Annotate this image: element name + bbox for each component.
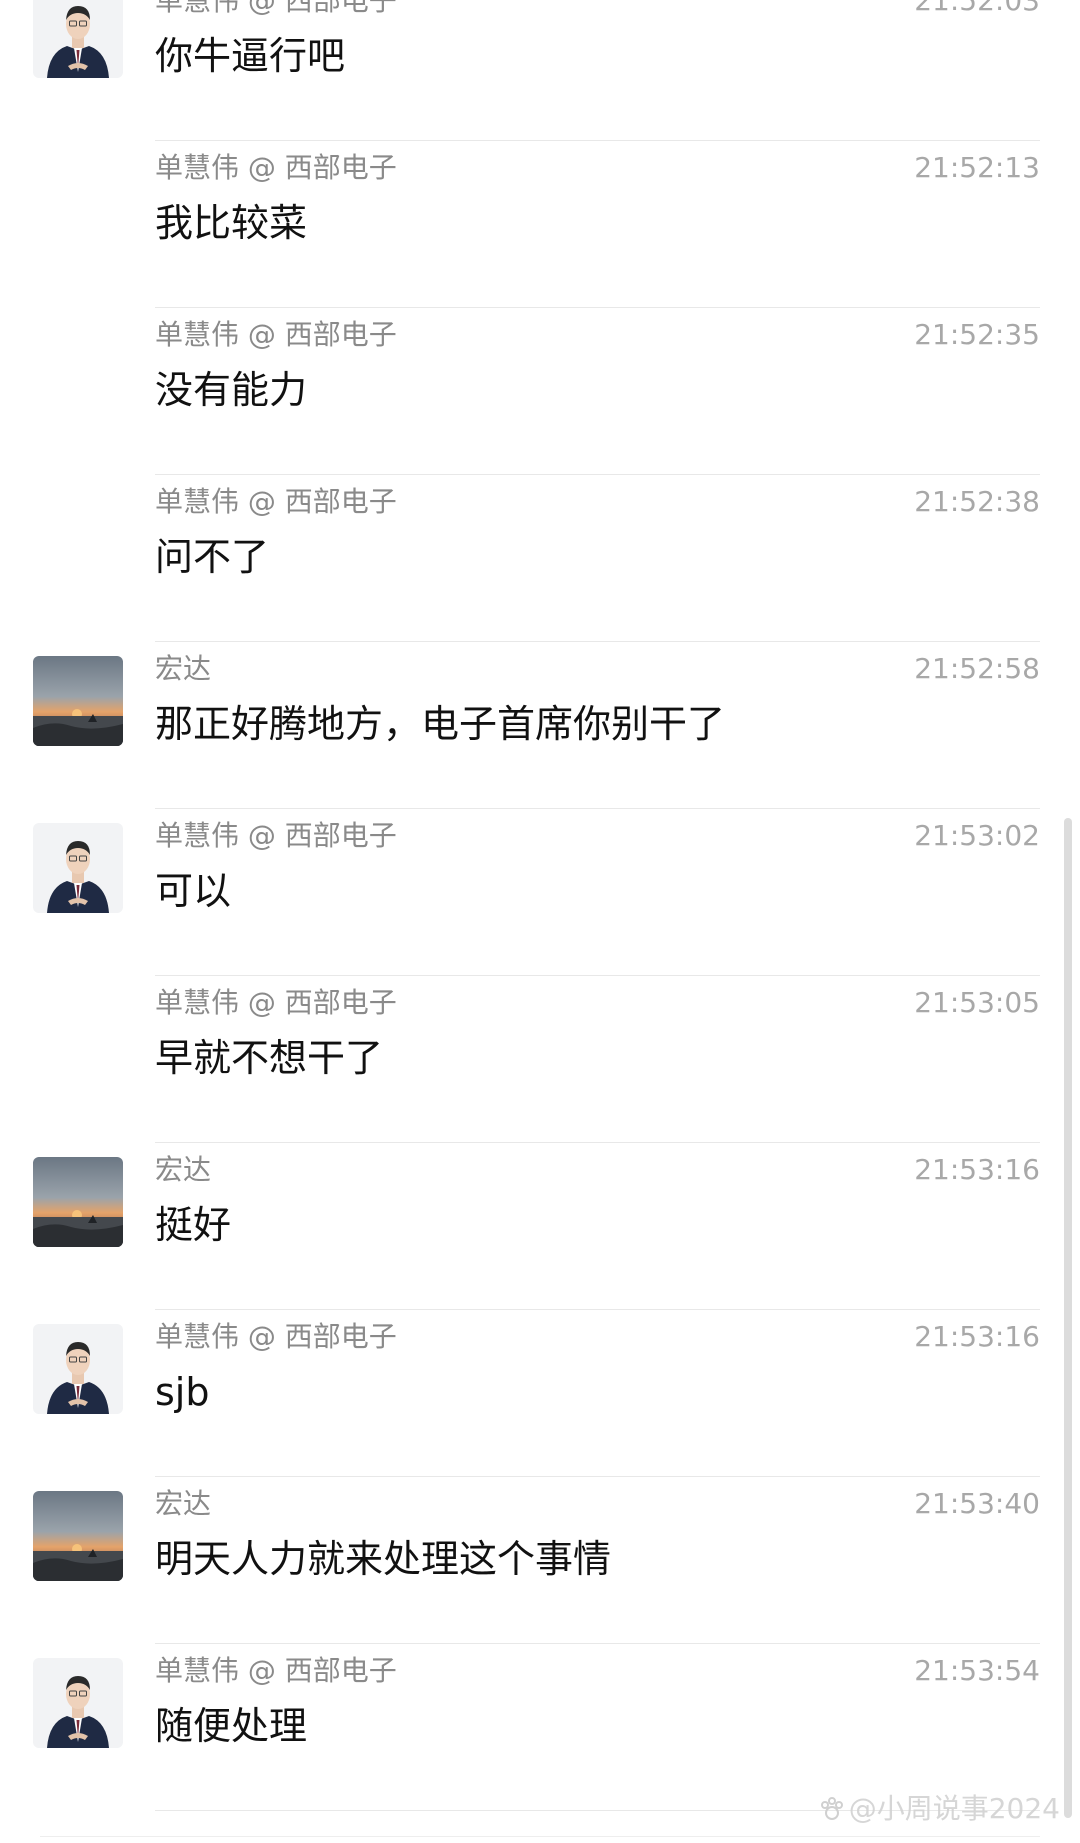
message-timestamp: 21:52:13: [914, 151, 1040, 184]
paw-icon: [820, 1797, 843, 1820]
watermark: @小周说事2024: [819, 1791, 1060, 1827]
sender-name[interactable]: 单慧伟 @ 西部电子: [155, 316, 397, 354]
sender-name[interactable]: 单慧伟 @ 西部电子: [155, 1318, 397, 1356]
message-timestamp: 21:52:38: [914, 485, 1040, 518]
watermark-text: @小周说事2024: [848, 1792, 1060, 1825]
sunset-avatar-icon: [33, 1491, 123, 1581]
message-item[interactable]: 单慧伟 @ 西部电子 21:53:02 可以: [0, 809, 1080, 976]
message-item[interactable]: 单慧伟 @ 西部电子 21:52:13 我比较菜: [0, 141, 1080, 308]
message-item[interactable]: 宏达 21:53:40 明天人力就来处理这个事情: [0, 1477, 1080, 1644]
sender-name[interactable]: 宏达: [155, 1485, 211, 1523]
sender-name[interactable]: 单慧伟 @ 西部电子: [155, 483, 397, 521]
avatar[interactable]: [33, 823, 123, 913]
avatar[interactable]: [33, 1324, 123, 1414]
message-item[interactable]: 单慧伟 @ 西部电子 21:52:03 你牛逼行吧: [0, 0, 1080, 141]
sunset-avatar-icon: [33, 1157, 123, 1247]
message-text[interactable]: 没有能力: [155, 365, 307, 415]
sender-name[interactable]: 单慧伟 @ 西部电子: [155, 1652, 397, 1690]
message-timestamp: 21:53:05: [914, 986, 1040, 1019]
message-text[interactable]: 挺好: [155, 1200, 231, 1250]
avatar[interactable]: [33, 656, 123, 746]
message-timestamp: 21:53:54: [914, 1654, 1040, 1687]
message-timestamp: 21:53:16: [914, 1153, 1040, 1186]
person-avatar-icon: [33, 0, 123, 78]
message-timestamp: 21:52:35: [914, 318, 1040, 351]
message-text[interactable]: 随便处理: [155, 1701, 307, 1751]
sender-name[interactable]: 宏达: [155, 1151, 211, 1189]
sunset-avatar-icon: [33, 656, 123, 746]
avatar[interactable]: [33, 0, 123, 78]
scrollbar[interactable]: [1064, 818, 1072, 1818]
message-text[interactable]: 早就不想干了: [155, 1033, 383, 1083]
message-item[interactable]: 单慧伟 @ 西部电子 21:52:35 没有能力: [0, 308, 1080, 475]
message-text[interactable]: sjb: [155, 1367, 209, 1417]
person-avatar-icon: [33, 823, 123, 913]
message-item[interactable]: 单慧伟 @ 西部电子 21:53:05 早就不想干了: [0, 976, 1080, 1143]
avatar[interactable]: [33, 1658, 123, 1748]
message-timestamp: 21:53:40: [914, 1487, 1040, 1520]
person-avatar-icon: [33, 1658, 123, 1748]
message-item[interactable]: 单慧伟 @ 西部电子 21:52:38 问不了: [0, 475, 1080, 642]
message-text[interactable]: 问不了: [155, 532, 269, 582]
message-timestamp: 21:53:16: [914, 1320, 1040, 1353]
message-item[interactable]: 单慧伟 @ 西部电子 21:53:54 随便处理: [0, 1644, 1080, 1811]
sender-name[interactable]: 单慧伟 @ 西部电子: [155, 149, 397, 187]
sender-name[interactable]: 单慧伟 @ 西部电子: [155, 817, 397, 855]
message-text[interactable]: 你牛逼行吧: [155, 31, 345, 81]
sender-name[interactable]: 单慧伟 @ 西部电子: [155, 984, 397, 1022]
message-text[interactable]: 那正好腾地方，电子首席你别干了: [155, 699, 725, 749]
bottom-divider: [40, 1836, 1040, 1837]
message-text[interactable]: 我比较菜: [155, 198, 307, 248]
sender-name[interactable]: 宏达: [155, 650, 211, 688]
message-item[interactable]: 单慧伟 @ 西部电子 21:53:16 sjb: [0, 1310, 1080, 1477]
message-timestamp: 21:53:02: [914, 819, 1040, 852]
message-text[interactable]: 明天人力就来处理这个事情: [155, 1534, 611, 1584]
message-item[interactable]: 宏达 21:52:58 那正好腾地方，电子首席你别干了: [0, 642, 1080, 809]
message-item[interactable]: 宏达 21:53:16 挺好: [0, 1143, 1080, 1310]
avatar[interactable]: [33, 1491, 123, 1581]
message-text[interactable]: 可以: [155, 866, 231, 916]
sender-name[interactable]: 单慧伟 @ 西部电子: [155, 0, 397, 20]
person-avatar-icon: [33, 1324, 123, 1414]
avatar[interactable]: [33, 1157, 123, 1247]
message-timestamp: 21:52:58: [914, 652, 1040, 685]
message-timestamp: 21:52:03: [914, 0, 1040, 17]
